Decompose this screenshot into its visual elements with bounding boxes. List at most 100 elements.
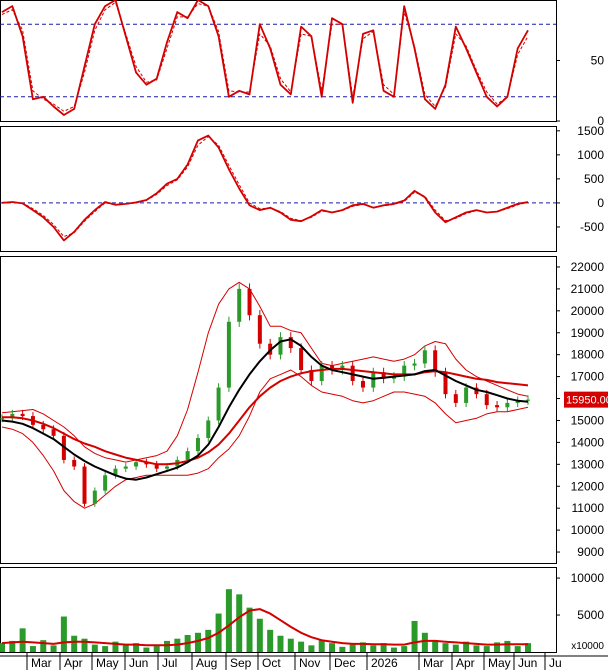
y-axes: 050-500050010001500900010000110001200013… xyxy=(556,54,608,652)
volume-bar xyxy=(225,589,232,652)
price-y-tick-label: 20000 xyxy=(571,304,605,318)
x-tick-label: 2026 xyxy=(371,656,398,670)
candle-body xyxy=(0,418,4,420)
volume-bar xyxy=(401,646,408,652)
price-y-tick-label: 9000 xyxy=(577,545,604,559)
stochastic-series-1 xyxy=(1,1,529,112)
macd-y-tick-label: 500 xyxy=(584,172,604,186)
x-tick-label: Apr xyxy=(456,656,475,670)
candle-body xyxy=(123,466,128,469)
last-price-label: 15950.00 xyxy=(566,395,608,407)
candle-body xyxy=(216,387,221,421)
candle-body xyxy=(422,350,427,364)
macd-y-tick-label: 1000 xyxy=(577,148,604,162)
volume-bar xyxy=(504,640,511,652)
stock-chart: 050-500050010001500900010000110001200013… xyxy=(0,0,608,670)
x-tick-label: Aug xyxy=(196,656,217,670)
x-tick-label: Nov xyxy=(299,656,320,670)
x-axis: Mar Apr May Jun Jul Aug Sep Oct Nov Dec 2026 Mar Apr… xyxy=(26,652,562,670)
volume-bar xyxy=(483,646,490,652)
price-panel-frame xyxy=(0,256,557,564)
x-tick-label: May xyxy=(488,656,511,670)
price-y-tick-label: 18000 xyxy=(571,348,605,362)
x-tick-label: Apr xyxy=(64,656,83,670)
volume-bar xyxy=(71,635,78,652)
x-tick-label: Sep xyxy=(230,656,252,670)
volume-multiplier-label: x10000 xyxy=(571,641,604,652)
volume-bar xyxy=(246,607,253,652)
price-y-tick-label: 17000 xyxy=(571,370,605,384)
volume-bar xyxy=(122,645,129,652)
candle-body xyxy=(464,387,469,403)
x-tick-label: Jul xyxy=(162,656,177,670)
macd-y-tick-label: 0 xyxy=(597,196,604,210)
price-y-tick-label: 13000 xyxy=(571,457,605,471)
volume-bar xyxy=(205,629,212,652)
candle-body xyxy=(195,438,200,452)
volume-bar xyxy=(298,641,305,652)
volume-bar xyxy=(81,638,88,652)
volume-bar xyxy=(411,620,418,652)
volume-bar xyxy=(452,644,459,652)
candle-body xyxy=(412,363,417,366)
volume-bar xyxy=(308,645,315,652)
volume-bar xyxy=(40,640,47,652)
x-tick-label: May xyxy=(96,656,119,670)
candle-body xyxy=(257,315,262,344)
volume-bar xyxy=(153,646,160,652)
x-tick-label: Mar xyxy=(423,656,444,670)
volume-bar xyxy=(91,644,98,652)
price-y-tick-label: 15000 xyxy=(571,413,605,427)
volume-bar xyxy=(421,632,428,652)
volume-bar xyxy=(0,643,5,652)
volume-bar xyxy=(194,632,201,652)
volume-bar xyxy=(164,640,171,652)
price-y-tick-label: 10000 xyxy=(571,523,605,537)
volume-bar xyxy=(442,643,449,652)
macd-y-tick-label: 1500 xyxy=(577,124,604,138)
volume-bar xyxy=(287,638,294,652)
stochastic-series-0 xyxy=(1,0,529,116)
volume-bar xyxy=(19,628,26,652)
candle-body xyxy=(226,321,231,388)
candle-body xyxy=(371,372,376,388)
price-y-tick-label: 12000 xyxy=(571,479,605,493)
volume-bar xyxy=(390,647,397,652)
candle-body xyxy=(103,475,108,491)
candle-body xyxy=(165,466,170,469)
ma-short-line xyxy=(1,338,529,481)
x-tick-label: Mar xyxy=(31,656,52,670)
volume-bar xyxy=(514,646,521,652)
candle-body xyxy=(453,394,458,403)
stochastic-panel-frame xyxy=(0,0,557,122)
volume-bar xyxy=(29,646,36,652)
candle-body xyxy=(484,394,489,406)
candle-body xyxy=(237,288,242,322)
macd-panel-frame xyxy=(0,126,557,252)
price-y-tick-label: 21000 xyxy=(571,282,605,296)
x-tick-label: Ju xyxy=(549,656,562,670)
candle-body xyxy=(495,405,500,408)
volume-bar xyxy=(60,616,67,652)
volume-bar xyxy=(349,644,356,652)
candle-body xyxy=(82,466,87,504)
volume-bar xyxy=(329,643,336,652)
volume-bar xyxy=(102,646,109,652)
price-y-tick-label: 11000 xyxy=(572,501,605,515)
volume-bar xyxy=(318,640,325,652)
stochastic-y-tick-label: 50 xyxy=(591,54,605,68)
price-y-tick-label: 22000 xyxy=(571,260,605,274)
candle-body xyxy=(319,365,324,381)
candle-body xyxy=(206,420,211,439)
volume-y-tick-label: 10000 xyxy=(571,571,605,585)
x-tick-label: Jun xyxy=(129,656,148,670)
macd-series-1 xyxy=(1,136,529,238)
candle-body xyxy=(20,413,25,417)
candle-body xyxy=(505,402,510,408)
candle-body xyxy=(51,429,56,436)
candle-body xyxy=(278,337,283,355)
candle-body xyxy=(247,288,252,316)
panel-frames xyxy=(0,0,608,657)
candle-body xyxy=(185,451,190,460)
candle-body xyxy=(92,490,97,504)
